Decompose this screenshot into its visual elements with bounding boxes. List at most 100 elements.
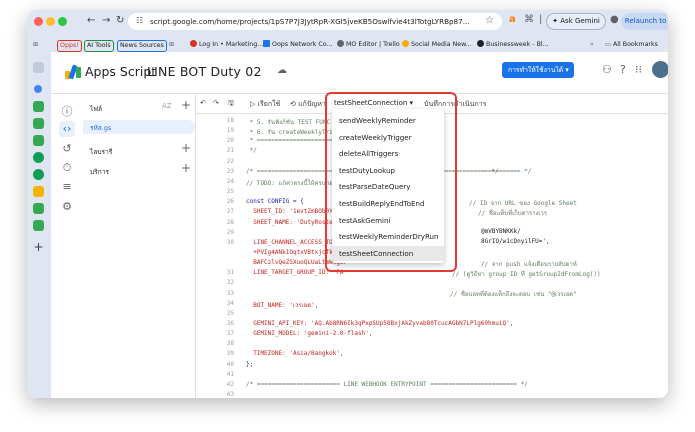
- bookmark-star-icon[interactable]: ☆: [485, 15, 494, 26]
- deploy-button[interactable]: การทำให้ใช้งานได้ ▾: [502, 62, 574, 78]
- google-apps-icon[interactable]: ⁝⁝: [635, 63, 642, 76]
- rail-sheets-icon[interactable]: [33, 101, 44, 112]
- side-panel-rail: +: [27, 52, 51, 398]
- run-button[interactable]: ▷ เรียกใช้: [250, 99, 280, 110]
- maximize-window-button[interactable]: [58, 17, 67, 26]
- highlight-annotation-box: [325, 92, 457, 272]
- bookmark-marketing[interactable]: Log In • Marketing...: [190, 39, 263, 51]
- save-icon[interactable]: 🖫: [228, 99, 234, 110]
- code-line: /* ======================= LINE WEBHOOK …: [246, 380, 528, 388]
- address-bar[interactable]: ☷ script.google.com/home/projects/1pS7P7…: [128, 13, 502, 30]
- code-annotation: // ชื่อบอทที่ต้องแท็กถึงจะตอบ เช่น "@เวร…: [450, 291, 577, 298]
- profile-icon[interactable]: ●: [610, 14, 619, 25]
- undo-icon[interactable]: ↶: [200, 99, 206, 107]
- services-section[interactable]: บริการ: [90, 166, 109, 177]
- rail-apps-icon[interactable]: [33, 62, 44, 73]
- executions-icon[interactable]: ≡: [59, 179, 75, 195]
- all-bookmarks[interactable]: ▭ All Bookmarks: [605, 39, 658, 51]
- rail-sheets-3-icon[interactable]: [33, 135, 44, 146]
- code-annotation: // ชื่อแท็บที่เก็บตารางเวร: [478, 210, 548, 217]
- line-number: 29: [226, 228, 234, 236]
- rail-drive-icon[interactable]: [34, 85, 42, 93]
- code-line: TIMEZONE: 'Asia/Bangkok',: [246, 350, 344, 358]
- settings-gear-icon[interactable]: ⚙: [59, 199, 75, 215]
- code-line: GEMINI_MODEL: 'gemini-2.0-flash',: [246, 330, 373, 338]
- relaunch-button[interactable]: Relaunch to update: [621, 13, 668, 30]
- bookmark-social-media[interactable]: Social Media New...: [402, 39, 472, 51]
- rail-add-icon[interactable]: +: [33, 241, 44, 253]
- files-header: ไฟล์: [90, 105, 103, 113]
- line-number: 31: [226, 269, 234, 277]
- rail-chat-2-icon[interactable]: [33, 169, 44, 180]
- social-favicon-icon: [402, 40, 409, 47]
- triggers-icon[interactable]: ⏱: [59, 160, 75, 176]
- editor-nav: ⓘ ‹› ↺ ⏱ ≡ ⚙: [51, 94, 83, 398]
- code-line: * 5. รันฟังก์ชัน TEST FUNC: [246, 119, 331, 126]
- rail-sheets-5-icon[interactable]: [33, 220, 44, 231]
- code-line: BOT_NAME: 'เวรเอด',: [246, 301, 319, 309]
- history-icon[interactable]: ↺: [59, 141, 75, 157]
- minimize-window-button[interactable]: [46, 17, 55, 26]
- code-annotation: // (ดูวิธีหา group ID ที่ getGroupIdFrom…: [452, 271, 601, 278]
- line-number: 25: [226, 188, 234, 196]
- add-service-icon[interactable]: +: [181, 161, 191, 175]
- folder-icon: ▭: [605, 41, 613, 48]
- reload-icon[interactable]: ↻: [116, 15, 124, 26]
- info-icon[interactable]: ⓘ: [59, 104, 75, 120]
- sidebar-toggle-icon[interactable]: ⊞: [33, 39, 38, 51]
- line-number: 36: [226, 320, 234, 327]
- extension-icon[interactable]: a: [509, 14, 516, 25]
- code-line: const CONFIG = {: [246, 198, 304, 206]
- line-number: 22: [226, 157, 234, 165]
- back-arrow-icon[interactable]: ←: [87, 15, 95, 26]
- rail-sheets-4-icon[interactable]: [33, 203, 44, 214]
- bookmark-ai-tools[interactable]: AI Tools: [84, 40, 114, 52]
- line-number: 33: [226, 289, 234, 297]
- code-fragment: 8GrIO/w1cDnyilFU=',: [481, 238, 550, 245]
- debug-button[interactable]: ⟲ แก้ปัญหา: [290, 99, 326, 110]
- avatar[interactable]: [652, 61, 668, 78]
- code-line: GEMINI_API_KEY: 'AQ.Ab8RN6Ik3qPxpSUp58Bx…: [246, 320, 514, 327]
- app-name: Apps Script: [85, 64, 157, 79]
- redo-icon[interactable]: ↷: [213, 99, 219, 107]
- rail-chat-icon[interactable]: [33, 152, 44, 163]
- line-number: 26: [226, 198, 234, 206]
- file-item-code-gs[interactable]: รหัส.gs: [83, 120, 195, 134]
- libraries-section[interactable]: ไลบรารี: [90, 146, 112, 157]
- apps-grid-icon[interactable]: ⊞: [169, 39, 174, 51]
- extensions-puzzle-icon[interactable]: ⌘: [524, 14, 534, 25]
- code-line: */: [246, 147, 257, 155]
- rail-slides-icon[interactable]: [33, 186, 44, 197]
- line-number: 32: [226, 279, 234, 287]
- trello-favicon-icon: [337, 40, 344, 47]
- apps-script-logo-icon: [65, 64, 81, 80]
- more-bookmarks-icon[interactable]: »: [590, 39, 594, 51]
- url-text: script.google.com/home/projects/1pS7P7J3…: [150, 17, 470, 26]
- businessweek-favicon-icon: [477, 40, 484, 47]
- add-person-icon[interactable]: ⚇: [602, 63, 612, 76]
- close-window-button[interactable]: [34, 17, 43, 26]
- apps-script-header: Apps Script LINE BOT Duty 02 ☁ การทำให้ใ…: [51, 52, 668, 94]
- ask-gemini-button[interactable]: ✦ Ask Gemini: [546, 13, 606, 30]
- site-settings-icon[interactable]: ☷: [136, 16, 143, 25]
- line-number: 30: [226, 238, 234, 246]
- line-number: 20: [226, 137, 234, 145]
- bookmark-businessweek[interactable]: Businessweek - Bl...: [477, 39, 549, 51]
- line-number: 42: [226, 380, 234, 388]
- files-panel: ไฟล์ AZ + รหัส.gs ไลบรารี + บริการ +: [83, 94, 196, 398]
- add-library-icon[interactable]: +: [181, 141, 191, 155]
- bookmark-oops-network[interactable]: Oops Network Co...: [263, 39, 333, 51]
- line-number: 18: [226, 117, 234, 124]
- bookmark-mo-editor[interactable]: MO Editor | Trello: [337, 39, 400, 51]
- forward-arrow-icon[interactable]: →: [102, 15, 110, 26]
- code-editor-icon[interactable]: ‹›: [59, 121, 75, 137]
- project-name[interactable]: LINE BOT Duty 02: [147, 64, 262, 79]
- oops-favicon-icon: [263, 40, 270, 47]
- help-icon[interactable]: ?: [620, 63, 626, 76]
- rail-sheets-2-icon[interactable]: [33, 118, 44, 129]
- line-number: 34: [226, 299, 234, 307]
- sort-files-icon[interactable]: AZ: [162, 102, 172, 110]
- bookmark-news-sources[interactable]: News Sources: [117, 40, 167, 52]
- add-file-icon[interactable]: +: [181, 98, 191, 112]
- bookmark-opps[interactable]: Opps!: [57, 40, 82, 52]
